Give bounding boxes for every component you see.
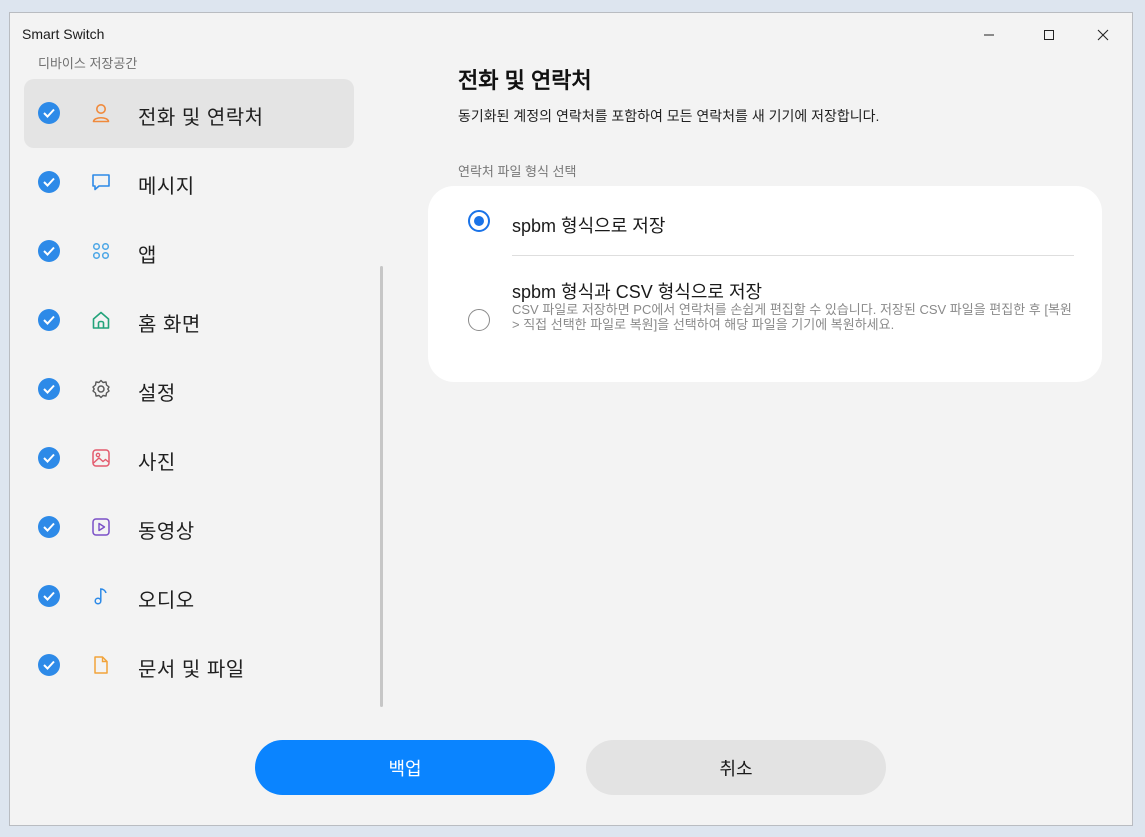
sidebar-item-label: 앱	[138, 245, 157, 267]
person-icon	[88, 100, 114, 126]
sidebar-item-videos[interactable]: 동영상	[24, 493, 354, 562]
sidebar-item-documents[interactable]: 문서 및 파일	[24, 631, 354, 700]
sidebar-item-label: 홈 화면	[138, 314, 201, 336]
message-icon	[88, 169, 114, 195]
checkbox-checked-icon[interactable]	[38, 171, 60, 193]
cancel-button[interactable]: 취소	[586, 740, 886, 795]
format-options-card: spbm 형식으로 저장 spbm 형식과 CSV 형식으로 저장 CSV 파일…	[428, 186, 1102, 382]
music-icon	[88, 583, 114, 609]
minimize-button[interactable]	[966, 13, 1012, 57]
sidebar-item-home-screen[interactable]: 홈 화면	[24, 286, 354, 355]
sidebar-item-label: 문서 및 파일	[138, 659, 245, 681]
sidebar-item-label: 사진	[138, 452, 176, 474]
category-sidebar: 전화 및 연락처 메시지 앱 홈 화면 설정 사진 동영상 오디오 문서 및 파…	[24, 79, 354, 700]
checkbox-checked-icon[interactable]	[38, 585, 60, 607]
sidebar-item-label: 오디오	[138, 590, 195, 612]
checkbox-checked-icon[interactable]	[38, 516, 60, 538]
option-spbm-csv[interactable]: spbm 형식과 CSV 형식으로 저장 CSV 파일로 저장하면 PC에서 연…	[428, 256, 1102, 382]
document-icon	[88, 652, 114, 678]
sidebar-item-label: 동영상	[138, 521, 195, 543]
checkbox-checked-icon[interactable]	[38, 447, 60, 469]
sidebar-item-label: 설정	[138, 383, 176, 405]
sidebar-item-contacts[interactable]: 전화 및 연락처	[24, 79, 354, 148]
sidebar-item-audio[interactable]: 오디오	[24, 562, 354, 631]
radio-unselected-icon[interactable]	[468, 309, 490, 331]
radio-selected-icon[interactable]	[468, 210, 490, 232]
backup-button[interactable]: 백업	[255, 740, 555, 795]
home-icon	[88, 307, 114, 333]
gear-icon	[88, 376, 114, 402]
checkbox-checked-icon[interactable]	[38, 102, 60, 124]
close-button[interactable]	[1080, 13, 1126, 57]
apps-icon	[88, 238, 114, 264]
checkbox-checked-icon[interactable]	[38, 654, 60, 676]
sidebar-item-label: 전화 및 연락처	[138, 107, 264, 129]
option-label: spbm 형식과 CSV 형식으로 저장	[512, 282, 763, 302]
checkbox-checked-icon[interactable]	[38, 309, 60, 331]
close-icon	[1097, 29, 1109, 41]
page-title: 전화 및 연락처	[458, 68, 592, 93]
page-description: 동기화된 계정의 연락처를 포함하여 모든 연락처를 새 기기에 저장합니다.	[458, 108, 880, 124]
sidebar-caption: 디바이스 저장공간	[38, 56, 138, 71]
title-bar: Smart Switch	[10, 13, 1132, 57]
checkbox-checked-icon[interactable]	[38, 240, 60, 262]
checkbox-checked-icon[interactable]	[38, 378, 60, 400]
app-title: Smart Switch	[22, 26, 105, 42]
sidebar-item-settings[interactable]: 설정	[24, 355, 354, 424]
sidebar-item-photos[interactable]: 사진	[24, 424, 354, 493]
sidebar-item-messages[interactable]: 메시지	[24, 148, 354, 217]
minimize-icon	[984, 34, 994, 36]
option-label: spbm 형식으로 저장	[512, 216, 666, 236]
app-window: Smart Switch 디바이스 저장공간 전화 및 연락처 메시지 앱 홈 …	[9, 12, 1133, 826]
sidebar-item-apps[interactable]: 앱	[24, 217, 354, 286]
option-description: CSV 파일로 저장하면 PC에서 연락처를 손쉽게 편집할 수 있습니다. 저…	[512, 302, 1072, 332]
image-icon	[88, 445, 114, 471]
maximize-button[interactable]	[1026, 13, 1072, 57]
video-icon	[88, 514, 114, 540]
maximize-icon	[1044, 30, 1054, 40]
option-spbm[interactable]: spbm 형식으로 저장	[428, 186, 1102, 256]
sidebar-scrollbar[interactable]	[380, 266, 383, 707]
section-label: 연락처 파일 형식 선택	[458, 164, 577, 179]
sidebar-item-label: 메시지	[138, 176, 195, 198]
